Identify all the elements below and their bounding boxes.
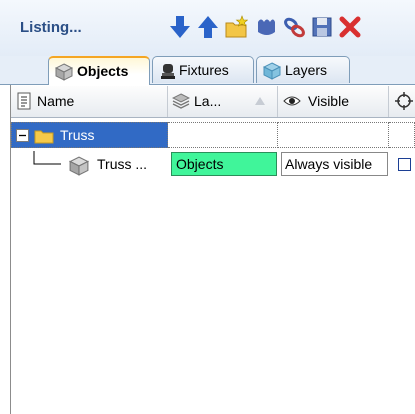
layers-icon bbox=[263, 62, 281, 80]
sort-ascending-icon[interactable] bbox=[255, 97, 265, 105]
row-name: Truss bbox=[60, 127, 95, 143]
visibility-value: Always visible bbox=[285, 156, 373, 172]
tab-label: Layers bbox=[285, 62, 328, 78]
column-layer-label: La... bbox=[194, 93, 222, 109]
column-visible-label: Visible bbox=[308, 93, 349, 109]
column-layer[interactable]: La... bbox=[168, 86, 278, 117]
arrow-down-icon[interactable] bbox=[168, 14, 192, 40]
crosshair-icon bbox=[395, 92, 413, 110]
column-name[interactable]: Name bbox=[11, 86, 168, 117]
column-name-label: Name bbox=[37, 93, 75, 109]
name-cell[interactable]: Truss bbox=[11, 122, 168, 148]
visible-cell[interactable] bbox=[278, 122, 389, 148]
visibility-select[interactable]: Always visible bbox=[281, 152, 388, 176]
layer-stack-icon bbox=[172, 93, 190, 109]
layer-cell[interactable]: Objects bbox=[171, 152, 277, 176]
new-folder-icon[interactable] bbox=[224, 14, 248, 40]
arrow-up-icon[interactable] bbox=[196, 14, 220, 40]
collapse-toggle-icon[interactable] bbox=[16, 129, 29, 142]
row-checkbox[interactable] bbox=[398, 158, 411, 171]
tab-label: Objects bbox=[77, 63, 129, 79]
fixture-icon bbox=[161, 64, 175, 79]
tab-fixtures[interactable]: Fixtures bbox=[152, 56, 254, 83]
row-name: Truss ... bbox=[97, 156, 148, 172]
document-list-icon bbox=[17, 92, 31, 110]
column-header: Name La... Visible bbox=[11, 86, 415, 118]
tab-layers[interactable]: Layers bbox=[256, 56, 350, 83]
layer-value: Objects bbox=[176, 156, 224, 172]
tab-objects[interactable]: Objects bbox=[48, 56, 150, 85]
target-cell bbox=[391, 152, 415, 176]
column-visible[interactable]: Visible bbox=[278, 86, 389, 117]
cube-icon bbox=[55, 63, 73, 81]
close-icon[interactable] bbox=[338, 14, 362, 40]
panel-title: Listing... bbox=[20, 19, 82, 36]
tab-label: Fixtures bbox=[179, 62, 229, 78]
layer-cell[interactable] bbox=[168, 122, 278, 148]
list-item[interactable]: Truss bbox=[11, 122, 415, 148]
stamp-icon[interactable] bbox=[254, 14, 278, 40]
list-item[interactable]: Truss ... Objects Always visible bbox=[11, 151, 415, 177]
folder-icon bbox=[34, 130, 54, 144]
tree-connector bbox=[33, 151, 61, 165]
cube-icon bbox=[69, 156, 89, 176]
eye-icon bbox=[283, 96, 301, 106]
target-cell[interactable] bbox=[389, 122, 415, 148]
column-target[interactable] bbox=[389, 86, 415, 117]
save-icon[interactable] bbox=[310, 14, 334, 40]
link-icon[interactable] bbox=[282, 14, 306, 40]
